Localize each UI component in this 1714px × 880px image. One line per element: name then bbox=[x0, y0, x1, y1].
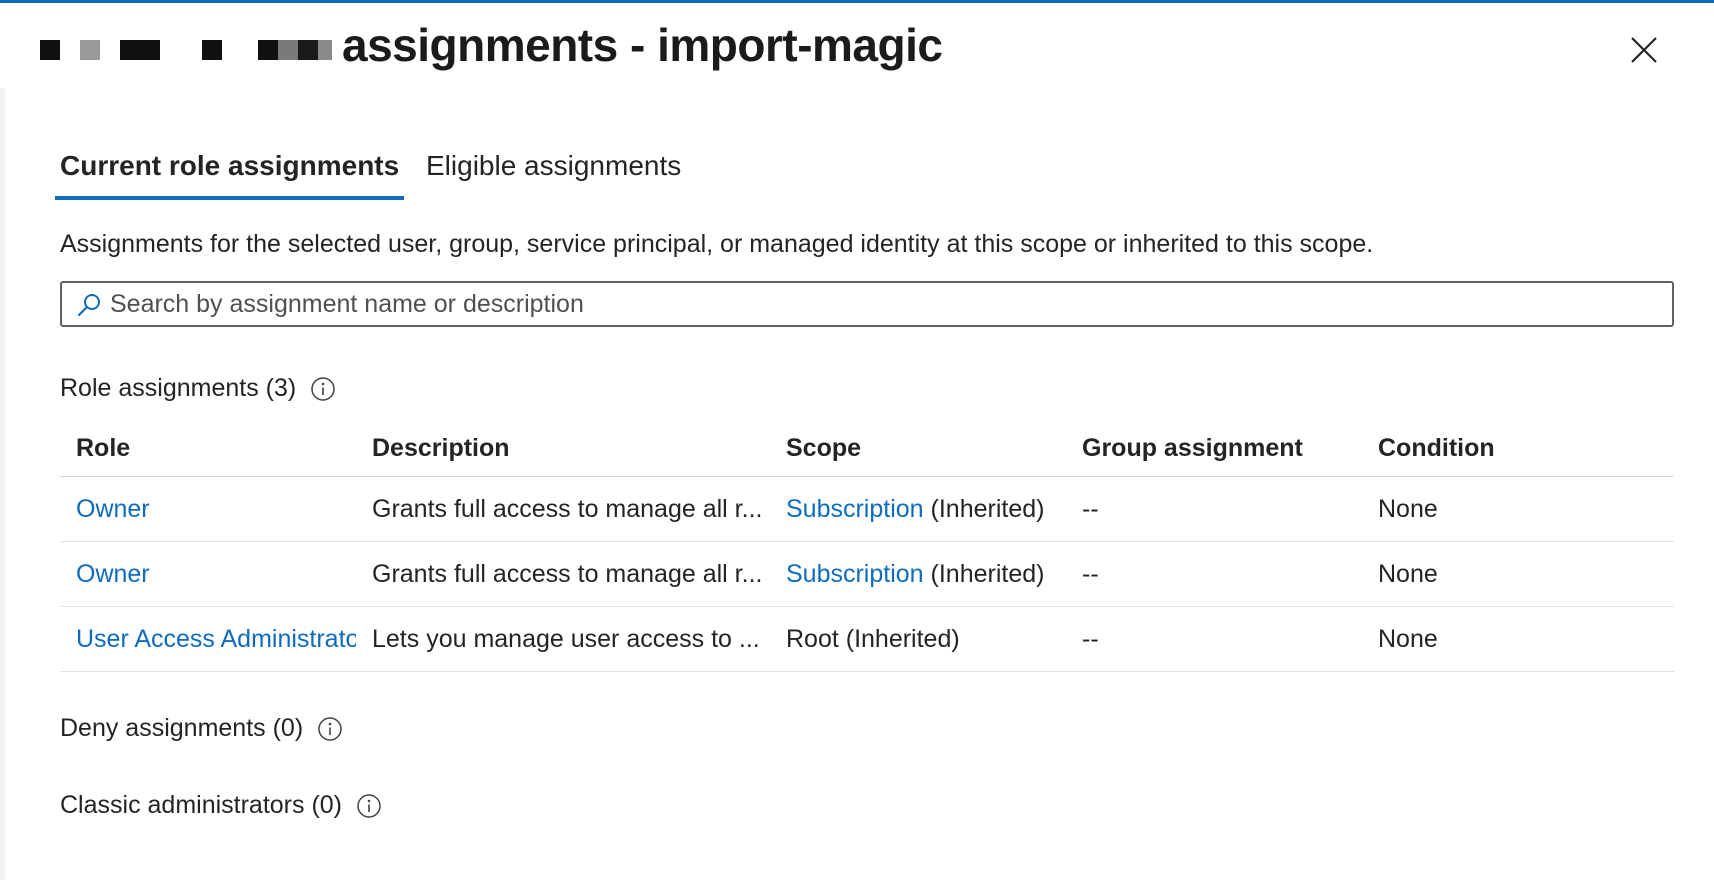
column-header-condition[interactable]: Condition bbox=[1378, 420, 1668, 476]
role-assignments-table: Role Description Scope Group assignment … bbox=[60, 420, 1674, 672]
tab-eligible-assignments[interactable]: Eligible assignments bbox=[421, 146, 686, 198]
role-assignments-header: Role assignments (3) bbox=[60, 374, 336, 403]
column-header-group-assignment[interactable]: Group assignment bbox=[1082, 420, 1372, 476]
panel-title: assignments - import-magic bbox=[342, 19, 943, 71]
group-assignment-value: -- bbox=[1082, 559, 1099, 588]
condition-value: None bbox=[1378, 624, 1438, 653]
role-description: Grants full access to manage all r... bbox=[372, 559, 763, 588]
role-description: Grants full access to manage all r... bbox=[372, 494, 763, 523]
scope-link[interactable]: Subscription bbox=[786, 560, 924, 589]
role-link[interactable]: User Access Administrator bbox=[76, 625, 356, 654]
classic-administrators-header: Classic administrators (0) bbox=[60, 791, 382, 820]
column-header-scope[interactable]: Scope bbox=[786, 420, 1076, 476]
assignments-description: Assignments for the selected user, group… bbox=[60, 230, 1374, 258]
background-panel-edge bbox=[0, 88, 5, 880]
condition-value: None bbox=[1378, 494, 1438, 523]
table-row: Owner Grants full access to manage all r… bbox=[60, 542, 1674, 607]
info-icon[interactable] bbox=[356, 793, 382, 819]
role-description: Lets you manage user access to ... bbox=[372, 624, 760, 653]
classic-administrators-title: Classic administrators (0) bbox=[60, 791, 343, 819]
tab-current-role-assignments[interactable]: Current role assignments bbox=[55, 146, 405, 200]
table-row: User Access Administrator Lets you manag… bbox=[60, 607, 1674, 672]
close-icon bbox=[1631, 37, 1657, 63]
scope-suffix: (Inherited) bbox=[923, 559, 1045, 588]
condition-value: None bbox=[1378, 559, 1438, 588]
top-accent-bar bbox=[0, 0, 1714, 3]
scope-suffix: (Inherited) bbox=[923, 494, 1045, 523]
column-header-role[interactable]: Role bbox=[76, 420, 356, 476]
deny-assignments-title: Deny assignments (0) bbox=[60, 714, 304, 742]
scope-value: Root (Inherited) bbox=[786, 624, 960, 653]
info-icon[interactable] bbox=[310, 376, 336, 402]
scope-link[interactable]: Subscription bbox=[786, 495, 924, 524]
table-row: Owner Grants full access to manage all r… bbox=[60, 477, 1674, 542]
search-icon bbox=[77, 294, 100, 317]
group-assignment-value: -- bbox=[1082, 624, 1099, 653]
search-input[interactable] bbox=[110, 285, 1650, 323]
role-assignments-title: Role assignments (3) bbox=[60, 374, 297, 402]
role-link[interactable]: Owner bbox=[76, 495, 150, 524]
info-icon[interactable] bbox=[317, 716, 343, 742]
deny-assignments-header: Deny assignments (0) bbox=[60, 714, 343, 743]
table-header-row: Role Description Scope Group assignment … bbox=[60, 420, 1674, 477]
group-assignment-value: -- bbox=[1082, 494, 1099, 523]
column-header-description[interactable]: Description bbox=[372, 420, 770, 476]
search-box bbox=[60, 281, 1674, 327]
close-button[interactable] bbox=[1628, 34, 1660, 66]
role-link[interactable]: Owner bbox=[76, 560, 150, 589]
